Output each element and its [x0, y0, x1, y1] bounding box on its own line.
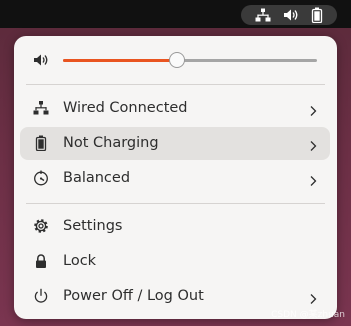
battery-icon [33, 135, 49, 151]
separator [26, 84, 325, 85]
power-mode-icon [33, 170, 49, 186]
menu-item-label: Settings [63, 218, 123, 234]
menu-item-power-mode[interactable]: Balanced [20, 162, 330, 195]
menu-item-label: Lock [63, 253, 97, 269]
menu-item-wired[interactable]: Wired Connected [20, 92, 330, 125]
menu-item-label: Balanced [63, 170, 131, 186]
chevron-right-icon [309, 137, 317, 156]
battery-icon [311, 7, 323, 23]
menu-item-label: Not Charging [63, 135, 159, 151]
power-icon [33, 288, 49, 304]
separator [26, 203, 325, 204]
watermark: CSDN @某zhuan [271, 310, 345, 320]
gear-icon [33, 218, 49, 234]
system-indicators[interactable] [241, 5, 337, 25]
volume-slider-fill [63, 59, 178, 62]
volume-slider[interactable] [63, 50, 317, 70]
top-bar [0, 0, 351, 28]
menu-item-lock[interactable]: Lock [20, 245, 330, 278]
menu-item-settings[interactable]: Settings [20, 210, 330, 243]
network-wired-icon [33, 100, 49, 116]
volume-row [14, 48, 337, 72]
network-wired-icon [255, 8, 271, 22]
menu-item-label: Wired Connected [63, 100, 188, 116]
speaker-icon [283, 8, 299, 22]
chevron-right-icon [309, 102, 317, 121]
menu-item-power-status[interactable]: Not Charging [20, 127, 330, 160]
system-menu: Wired Connected Not Charging Balanced Se… [14, 36, 337, 319]
lock-icon [33, 253, 49, 269]
speaker-icon[interactable] [33, 52, 49, 71]
chevron-right-icon [309, 172, 317, 191]
menu-item-label: Power Off / Log Out [63, 288, 204, 304]
volume-slider-knob[interactable] [169, 52, 186, 68]
